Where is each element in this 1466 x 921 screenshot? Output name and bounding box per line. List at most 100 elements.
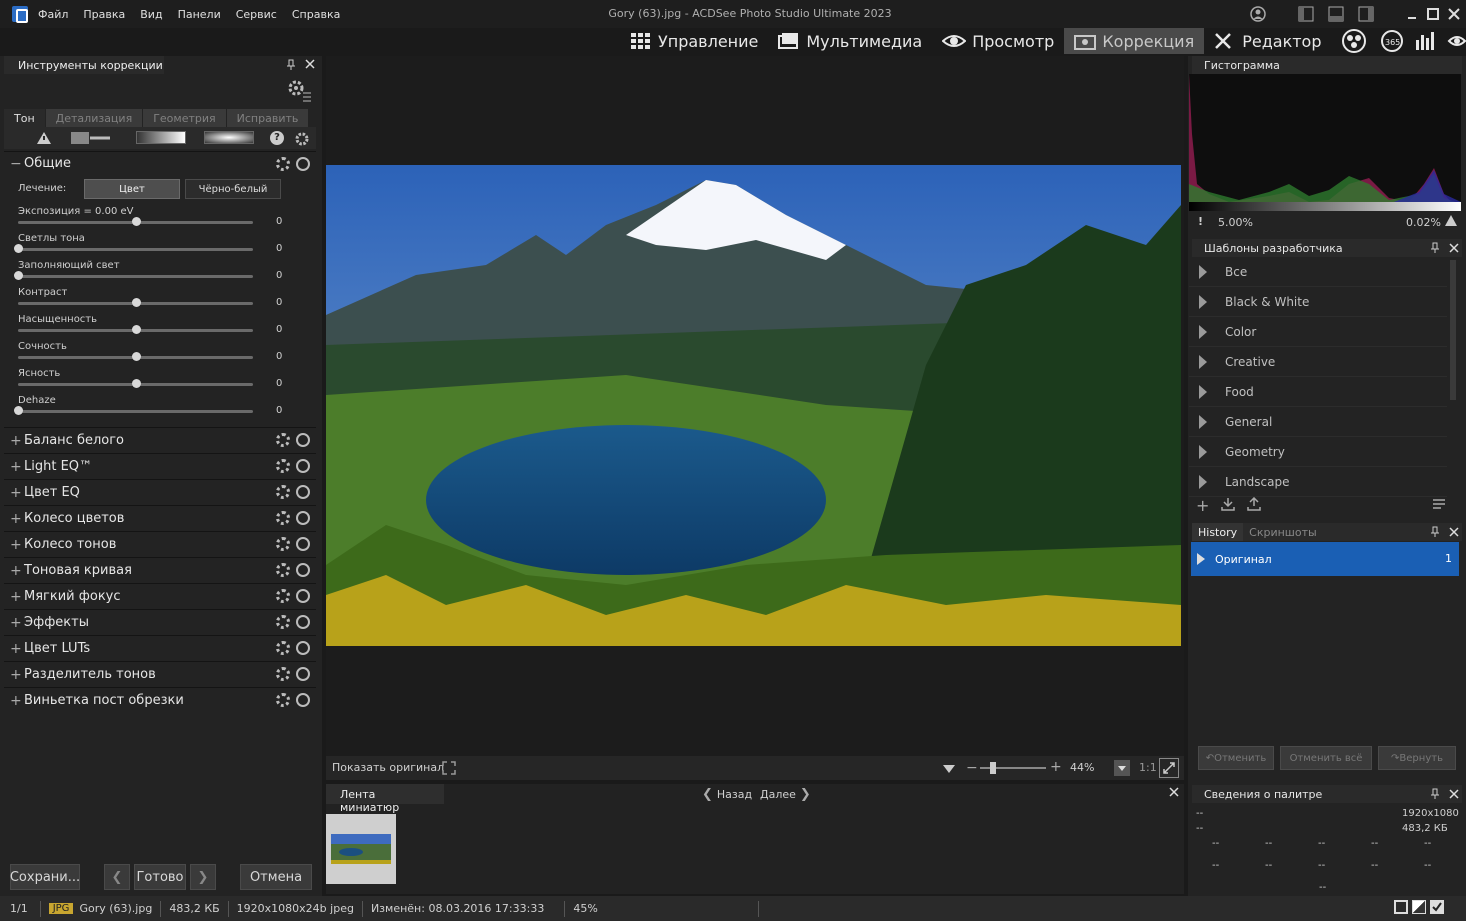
mode-view[interactable]: Просмотр (932, 28, 1064, 54)
acdsee-365-icon[interactable]: 365 (1376, 28, 1408, 54)
filmstrip-close-icon[interactable] (1169, 787, 1179, 800)
section-header[interactable]: + Баланс белого (4, 427, 316, 453)
menu-view[interactable]: Вид (140, 8, 162, 21)
section-header[interactable]: + Колесо тонов (4, 531, 316, 557)
reset-icon[interactable] (296, 511, 310, 525)
reset-icon[interactable] (296, 459, 310, 473)
mode-media[interactable]: Мультимедиа (768, 28, 932, 54)
menu-edit[interactable]: Правка (83, 8, 125, 21)
gear-icon[interactable] (276, 433, 290, 447)
slider-track[interactable] (18, 410, 253, 413)
export-icon[interactable] (1247, 496, 1262, 515)
cancel-button[interactable]: Отмена (240, 864, 312, 890)
undo-all-button[interactable]: Отменить всё (1280, 746, 1372, 770)
reset-icon[interactable] (296, 563, 310, 577)
presets-menu-icon[interactable] (1432, 498, 1446, 513)
gear-icon[interactable] (276, 641, 290, 655)
presets-pin-icon[interactable] (1430, 242, 1440, 257)
people-icon[interactable] (1332, 28, 1376, 54)
menu-file[interactable]: Файл (38, 8, 68, 21)
highlight-clip-icon[interactable] (1444, 214, 1458, 230)
reset-icon[interactable] (296, 433, 310, 447)
preset-item[interactable]: General (1189, 407, 1447, 437)
history-close-icon[interactable] (1449, 527, 1459, 540)
slider-knob[interactable] (14, 406, 23, 415)
gear-icon[interactable] (276, 459, 290, 473)
pin-icon[interactable] (286, 59, 296, 74)
palette-pin-icon[interactable] (1430, 788, 1440, 803)
gear-icon[interactable] (276, 667, 290, 681)
preset-item[interactable]: Все (1189, 257, 1447, 287)
tab-screenshots[interactable]: Скриншоты (1243, 526, 1323, 539)
reset-icon[interactable] (296, 485, 310, 499)
gear-icon[interactable] (276, 485, 290, 499)
reset-icon[interactable] (296, 667, 310, 681)
zoom-slider-handle[interactable] (990, 762, 996, 774)
undo-button[interactable]: ↶ Отменить (1198, 746, 1274, 770)
preset-item[interactable]: Geometry (1189, 437, 1447, 467)
check-icon[interactable] (1430, 900, 1444, 917)
photo-preview[interactable] (326, 165, 1181, 646)
section-header[interactable]: + Цвет EQ (4, 479, 316, 505)
section-general[interactable]: − Общие (4, 151, 316, 175)
tab-repair[interactable]: Исправить (226, 109, 310, 127)
preset-item[interactable]: Food (1189, 377, 1447, 407)
close-icon[interactable] (1446, 6, 1462, 22)
tab-geometry[interactable]: Геометрия (143, 109, 227, 127)
account-icon[interactable] (1250, 6, 1266, 22)
treatment-bw-button[interactable]: Чёрно-белый (185, 179, 281, 199)
tab-detail[interactable]: Детализация (45, 109, 144, 127)
tab-tone[interactable]: Тон (4, 109, 46, 127)
section-header[interactable]: + Тоновая кривая (4, 557, 316, 583)
zoom-menu-icon[interactable] (1114, 760, 1130, 776)
slider-knob[interactable] (131, 379, 141, 388)
thumbnail[interactable] (326, 814, 396, 884)
import-icon[interactable] (1221, 496, 1236, 515)
zoom-out-icon[interactable]: − (966, 760, 978, 776)
compare-icon[interactable] (1412, 900, 1426, 914)
presets-close-icon[interactable] (1449, 243, 1459, 256)
gradient-linear-icon[interactable] (136, 131, 186, 144)
save-button[interactable]: Сохрани... (10, 864, 80, 890)
menu-panels[interactable]: Панели (178, 8, 221, 21)
treatment-color-button[interactable]: Цвет (84, 179, 180, 199)
section-header[interactable]: + Колесо цветов (4, 505, 316, 531)
add-preset-icon[interactable]: + (1196, 496, 1209, 515)
panel-close-icon[interactable] (305, 59, 315, 72)
warning-icon[interactable] (36, 131, 52, 148)
fit-screen-icon[interactable] (1159, 758, 1179, 778)
reset-icon[interactable] (296, 537, 310, 551)
mode-manage[interactable]: Управление (620, 28, 768, 54)
reset-icon[interactable] (296, 589, 310, 603)
section-header[interactable]: + Разделитель тонов (4, 661, 316, 687)
menu-help[interactable]: Справка (292, 8, 340, 21)
preset-item[interactable]: Black & White (1189, 287, 1447, 317)
filmstrip-prev[interactable]: ❮ Назад (702, 787, 752, 802)
show-original-button[interactable]: Показать оригинал (332, 761, 444, 774)
gear-icon[interactable] (276, 615, 290, 629)
gear-icon[interactable] (276, 537, 290, 551)
film-icon[interactable] (70, 131, 112, 148)
shadow-clip-icon[interactable]: ! (1198, 215, 1203, 228)
prev-image-button[interactable]: ❮ (104, 864, 130, 890)
section-header[interactable]: + Виньетка пост обрезки (4, 687, 316, 713)
actual-size-button[interactable]: 1:1 (1139, 761, 1157, 774)
section-header[interactable]: + Эффекты (4, 609, 316, 635)
preset-item[interactable]: Color (1189, 317, 1447, 347)
menu-tools[interactable]: Сервис (236, 8, 277, 21)
dashboard-icon[interactable] (1408, 28, 1442, 54)
slider-knob[interactable] (131, 298, 141, 307)
gear-icon[interactable] (276, 589, 290, 603)
history-item[interactable]: Оригинал 1 (1191, 542, 1459, 576)
sync-icon[interactable] (1442, 28, 1466, 54)
preset-item[interactable]: Landscape (1189, 467, 1447, 497)
slider-track[interactable] (18, 275, 253, 278)
layout-bottom-icon[interactable] (1328, 6, 1344, 22)
reset-icon[interactable] (296, 157, 310, 171)
slider-knob[interactable] (14, 271, 23, 280)
slider-track[interactable] (18, 248, 253, 251)
minimize-icon[interactable] (1404, 6, 1420, 22)
view-single-icon[interactable] (1394, 900, 1408, 914)
zoom-in-icon[interactable]: + (1050, 759, 1062, 775)
presets-scrollbar[interactable] (1450, 260, 1456, 400)
